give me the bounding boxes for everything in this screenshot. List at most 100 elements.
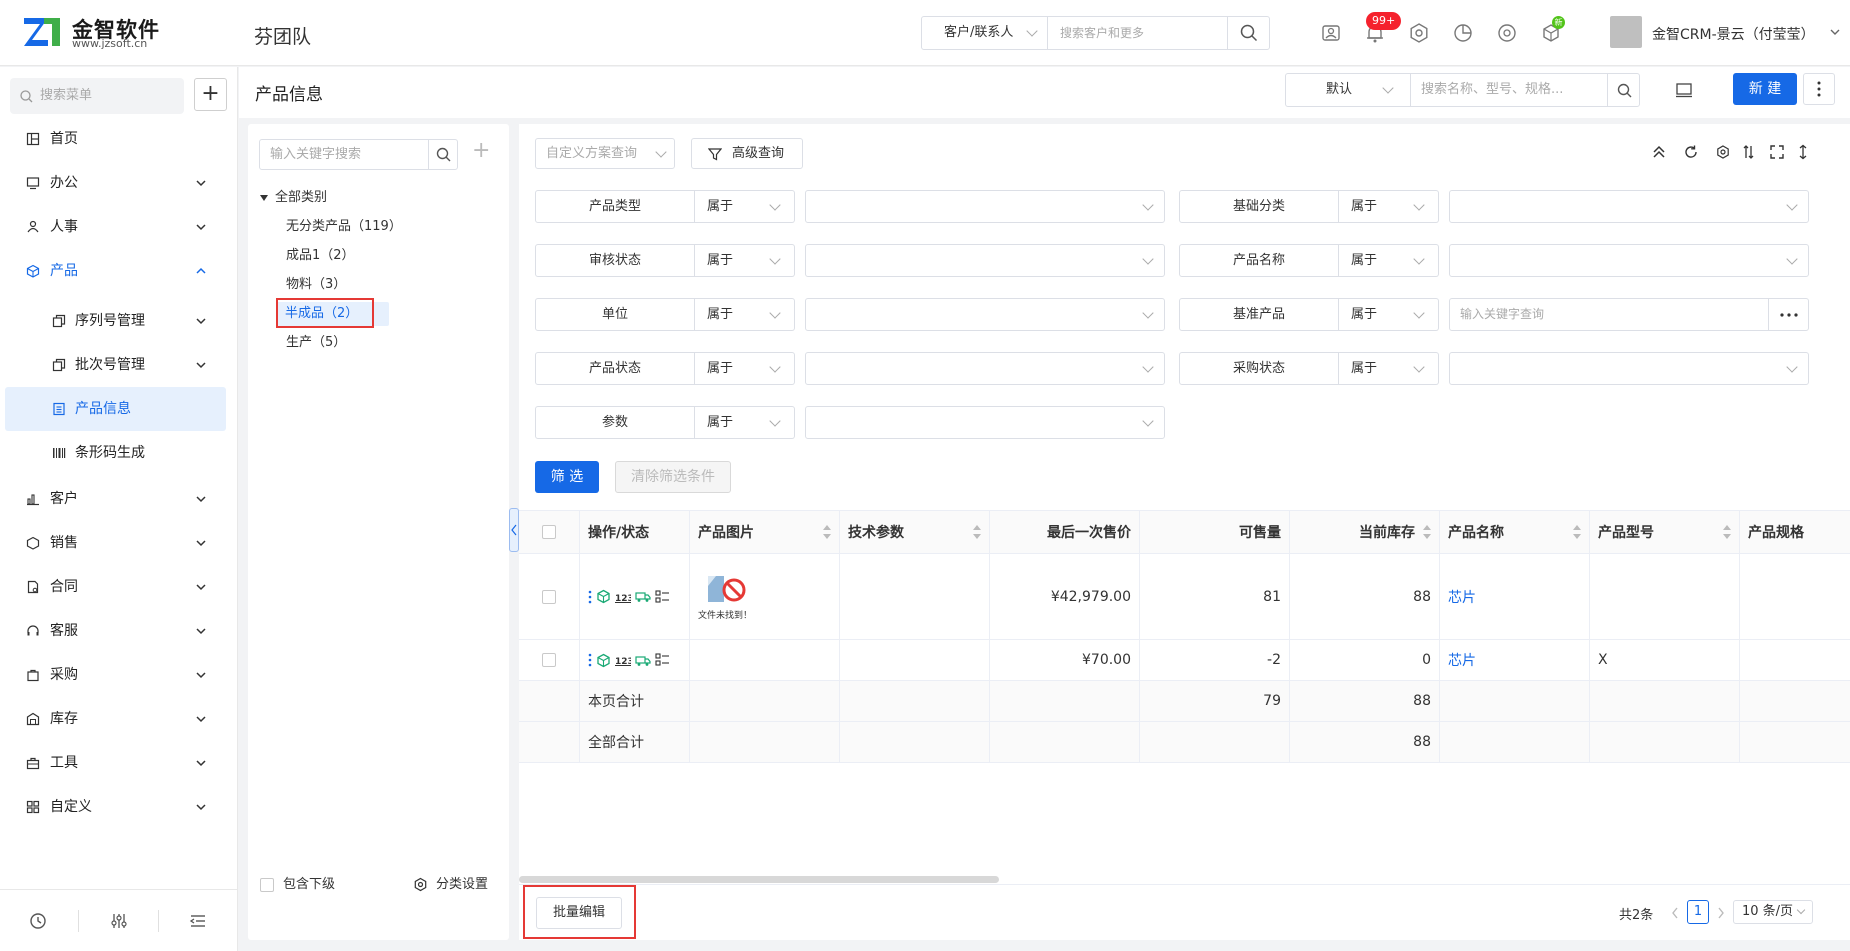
- col-header[interactable]: 产品规格: [1740, 511, 1850, 553]
- filter-op-select[interactable]: 属于: [1339, 190, 1439, 223]
- filter-value-select[interactable]: [1449, 352, 1809, 385]
- tree-node[interactable]: 无分类产品（119）: [286, 215, 402, 239]
- row-checkbox[interactable]: [542, 653, 556, 667]
- avatar[interactable]: [1610, 16, 1642, 48]
- base-product-input[interactable]: 输入关键字查询: [1449, 298, 1769, 331]
- chevron-left-icon[interactable]: [1671, 907, 1679, 919]
- global-search-button[interactable]: [1227, 17, 1269, 49]
- sidebar-item-batch-number[interactable]: 批次号管理: [0, 343, 238, 387]
- document-icon[interactable]: [1675, 81, 1693, 99]
- include-sub-checkbox[interactable]: [260, 878, 274, 892]
- filter-op-select[interactable]: 属于: [695, 244, 795, 277]
- filter-op-select[interactable]: 属于: [1339, 352, 1439, 385]
- sidebar-item-tools[interactable]: 工具: [0, 741, 238, 785]
- gear-icon[interactable]: [413, 877, 428, 892]
- pie-chart-icon[interactable]: [1450, 20, 1476, 46]
- global-search-input[interactable]: 搜索客户和更多: [1060, 17, 1144, 49]
- col-header[interactable]: 最后一次售价: [990, 511, 1140, 553]
- serial-123-icon[interactable]: 123: [615, 591, 631, 603]
- delivery-truck-icon[interactable]: [635, 590, 651, 603]
- column-sort-icon[interactable]: [1741, 144, 1757, 160]
- collapse-menu-icon[interactable]: [189, 912, 207, 930]
- horizontal-scrollbar[interactable]: [519, 876, 999, 883]
- more-button[interactable]: [1803, 73, 1835, 105]
- sidebar-item-product[interactable]: 产品: [0, 249, 238, 293]
- custom-scheme-select[interactable]: 自定义方案查询: [535, 138, 675, 169]
- sidebar-item-customer[interactable]: 客户: [0, 477, 238, 521]
- category-settings-button[interactable]: 分类设置: [436, 873, 488, 897]
- fullscreen-icon[interactable]: [1769, 144, 1785, 160]
- browser-icon[interactable]: [1494, 20, 1520, 46]
- sidebar-item-purchase[interactable]: 采购: [0, 653, 238, 697]
- product-search-button[interactable]: [1607, 73, 1640, 107]
- filter-op-select[interactable]: 属于: [1339, 244, 1439, 277]
- clear-filter-button[interactable]: 清除筛选条件: [615, 461, 731, 493]
- collapse-up-icon[interactable]: [1651, 144, 1667, 160]
- sidebar-item-serial-number[interactable]: 序列号管理: [0, 299, 238, 343]
- product-box-icon[interactable]: [596, 589, 611, 604]
- col-header[interactable]: 产品名称: [1440, 511, 1590, 553]
- product-search-input[interactable]: 搜索名称、型号、规格...: [1410, 73, 1608, 107]
- team-name[interactable]: 芬团队: [254, 22, 311, 49]
- filter-op-select[interactable]: 属于: [1339, 298, 1439, 331]
- add-menu-button[interactable]: +: [194, 78, 227, 111]
- tree-node[interactable]: 物料（3）: [286, 273, 346, 297]
- filter-op-select[interactable]: 属于: [695, 298, 795, 331]
- page-1-button[interactable]: 1: [1687, 900, 1709, 924]
- sliders-icon[interactable]: [110, 912, 128, 930]
- product-image[interactable]: 文件未找到！: [698, 572, 752, 622]
- sidebar-item-contract[interactable]: 合同: [0, 565, 238, 609]
- tree-search-input[interactable]: 输入关键字搜索: [259, 139, 429, 170]
- refresh-icon[interactable]: [1683, 144, 1699, 160]
- checklist-icon[interactable]: [655, 589, 670, 604]
- filter-value-select[interactable]: [805, 406, 1165, 439]
- tree-search-button[interactable]: [428, 139, 458, 170]
- new-button[interactable]: 新 建: [1733, 73, 1797, 105]
- row-checkbox[interactable]: [542, 589, 556, 604]
- contact-card-icon[interactable]: [1318, 20, 1344, 46]
- chevron-right-icon[interactable]: [1717, 907, 1725, 919]
- sidebar-item-product-info[interactable]: 产品信息: [5, 387, 226, 431]
- caret-down-icon[interactable]: [260, 194, 268, 202]
- advanced-query-button[interactable]: 高级查询: [691, 138, 803, 169]
- sidebar-item-custom[interactable]: 自定义: [0, 785, 238, 829]
- col-header[interactable]: 技术参数: [840, 511, 990, 553]
- row-height-icon[interactable]: [1797, 144, 1809, 160]
- search-scope-select[interactable]: 客户/联系人: [922, 17, 1048, 49]
- col-header[interactable]: 产品型号: [1590, 511, 1740, 553]
- base-product-picker-button[interactable]: [1768, 298, 1809, 331]
- product-name-link[interactable]: 芯片: [1440, 554, 1590, 639]
- filter-op-select[interactable]: 属于: [695, 190, 795, 223]
- sidebar-item-hr[interactable]: 人事: [0, 205, 238, 249]
- page-size-select[interactable]: 10 条/页: [1733, 900, 1813, 924]
- tree-node-root[interactable]: 全部类别: [275, 186, 327, 210]
- sidebar-item-barcode[interactable]: 条形码生成: [0, 431, 238, 475]
- filter-value-select[interactable]: [805, 298, 1165, 331]
- sidebar-item-office[interactable]: 办公: [0, 161, 238, 205]
- filter-value-select[interactable]: [1449, 190, 1809, 223]
- filter-value-select[interactable]: [1449, 244, 1809, 277]
- add-category-button[interactable]: +: [472, 138, 490, 163]
- filter-op-select[interactable]: 属于: [695, 406, 795, 439]
- filter-value-select[interactable]: [805, 244, 1165, 277]
- sidebar-item-inventory[interactable]: 库存: [0, 697, 238, 741]
- sidebar-item-sales[interactable]: 销售: [0, 521, 238, 565]
- user-name[interactable]: 金智CRM-景云（付莹莹）: [1652, 24, 1815, 44]
- filter-value-select[interactable]: [805, 190, 1165, 223]
- view-select[interactable]: 默认: [1285, 73, 1411, 107]
- more-vertical-icon[interactable]: [588, 653, 592, 667]
- more-vertical-icon[interactable]: [588, 590, 592, 604]
- tree-node[interactable]: 成品1（2）: [286, 244, 355, 268]
- menu-search-input[interactable]: 搜索菜单: [10, 78, 184, 114]
- product-name-link[interactable]: 芯片: [1440, 640, 1590, 680]
- sidebar-item-service[interactable]: 客服: [0, 609, 238, 653]
- col-header[interactable]: 产品图片: [690, 511, 840, 553]
- delivery-truck-icon[interactable]: [635, 654, 651, 667]
- history-icon[interactable]: [29, 912, 47, 930]
- col-header[interactable]: 可售量: [1140, 511, 1290, 553]
- col-header[interactable]: 当前库存: [1290, 511, 1440, 553]
- filter-op-select[interactable]: 属于: [695, 352, 795, 385]
- collapse-tree-handle[interactable]: [509, 508, 519, 552]
- chevron-down-icon[interactable]: [1830, 28, 1840, 36]
- checklist-icon[interactable]: [655, 653, 670, 667]
